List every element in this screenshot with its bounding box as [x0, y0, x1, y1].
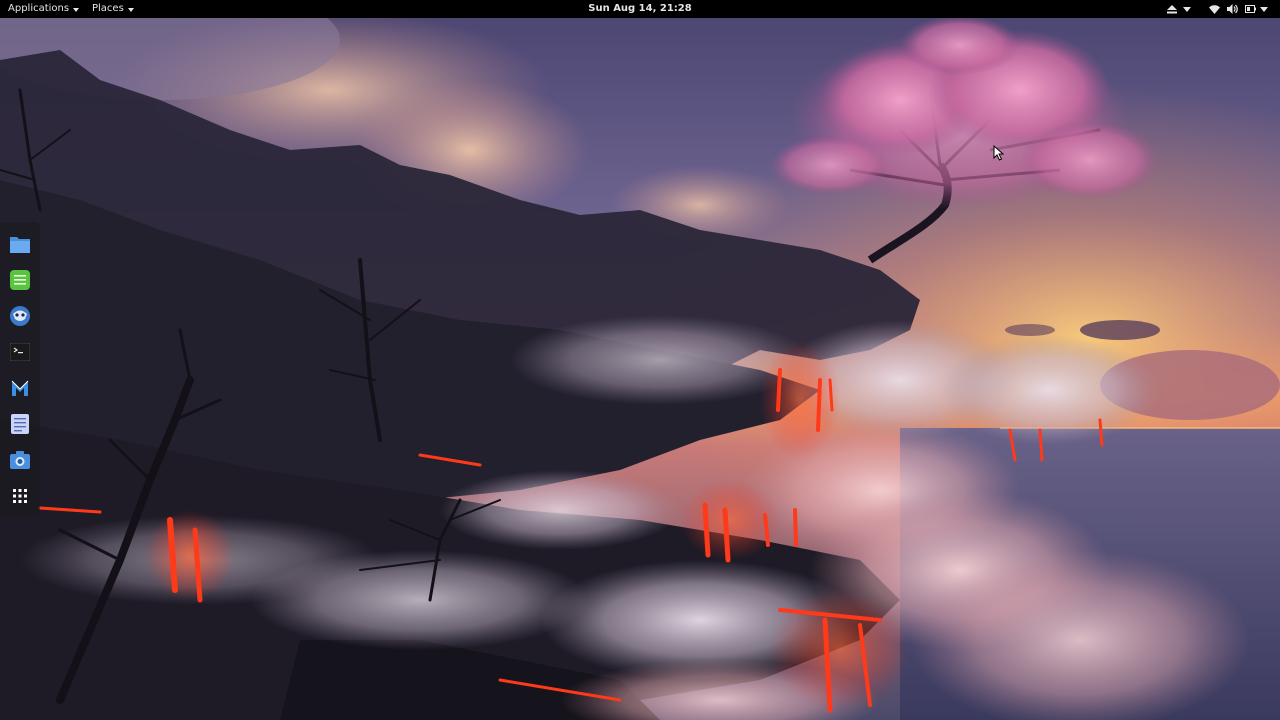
dock-item-browser[interactable] — [8, 304, 32, 328]
chevron-down-icon[interactable] — [1180, 0, 1194, 18]
app-grid-icon — [13, 489, 27, 503]
notes-icon — [10, 270, 30, 290]
dock-item-screenshot[interactable] — [8, 448, 32, 472]
chevron-down-icon — [73, 7, 80, 12]
dock-item-files[interactable] — [8, 232, 32, 256]
battery-icon[interactable] — [1244, 0, 1256, 18]
screenshot-icon — [10, 451, 30, 469]
dock-item-mail[interactable] — [8, 376, 32, 400]
chevron-down-icon[interactable] — [1258, 0, 1270, 18]
chevron-down-icon — [127, 7, 134, 12]
mouse-pointer-icon — [993, 145, 1005, 161]
dock-item-text-editor[interactable] — [8, 412, 32, 436]
clock[interactable]: Sun Aug 14, 21:28 — [588, 3, 691, 14]
volume-icon[interactable] — [1226, 0, 1238, 18]
applications-menu-label: Applications — [8, 3, 70, 14]
eject-icon[interactable] — [1166, 0, 1178, 18]
files-icon — [10, 237, 30, 253]
dock-item-terminal[interactable] — [8, 340, 32, 364]
system-tray — [1166, 0, 1270, 18]
browser-icon — [10, 306, 30, 326]
mail-icon — [11, 380, 29, 396]
applications-menu[interactable]: Applications — [8, 0, 80, 18]
wifi-icon[interactable] — [1208, 0, 1220, 18]
text-editor-icon — [11, 414, 29, 434]
dock-item-notes[interactable] — [8, 268, 32, 292]
places-menu-label: Places — [92, 3, 124, 14]
wallpaper — [0, 0, 1280, 720]
terminal-icon — [10, 343, 30, 361]
clock-container: Sun Aug 14, 21:28 — [0, 0, 1280, 18]
dock-item-show-applications[interactable] — [8, 484, 32, 508]
top-bar: Applications Places Sun Aug 14, 21:28 — [0, 0, 1280, 18]
desktop: Applications Places Sun Aug 14, 21:28 — [0, 0, 1280, 720]
dash-dock — [0, 222, 40, 516]
places-menu[interactable]: Places — [92, 0, 134, 18]
